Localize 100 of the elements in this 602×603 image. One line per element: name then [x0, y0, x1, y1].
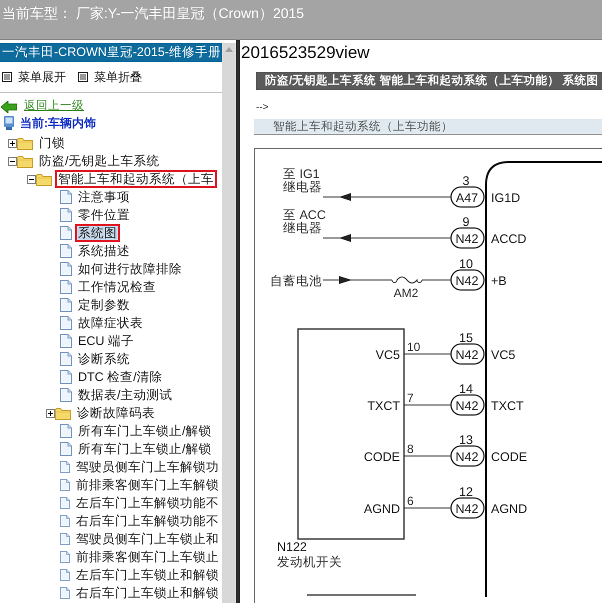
signal-label: TXCT	[491, 399, 524, 413]
component-name: 发动机开关	[277, 555, 342, 569]
collapse-icon[interactable]	[8, 156, 17, 166]
fuse-symbol	[392, 276, 422, 284]
scrollbar[interactable]	[222, 43, 236, 603]
page-icon	[60, 514, 70, 528]
wire-arrow	[322, 276, 392, 284]
vehicle-model-text: 当前车型： 厂家:Y-一汽丰田皇冠（Crown）2015	[2, 5, 304, 21]
tree-item[interactable]: 防盗/无钥匙上车系统	[36, 152, 162, 170]
wire	[404, 404, 452, 406]
page-icon	[60, 496, 70, 510]
page-icon	[60, 550, 70, 564]
page-icon	[60, 388, 72, 402]
folder-icon	[17, 136, 33, 150]
tree-item[interactable]: ECU 端子	[75, 332, 137, 350]
pin-number: 12	[459, 485, 473, 499]
tree-item[interactable]: 系统描述	[75, 242, 133, 260]
tree-item[interactable]: 门锁	[36, 134, 68, 152]
list-icon	[2, 72, 12, 82]
source-label: 至 IG1	[283, 167, 320, 181]
signal-label: ACCD	[491, 232, 526, 246]
tree-item[interactable]: 左后车门上车解锁功能不	[73, 494, 222, 512]
expand-icon[interactable]	[8, 138, 17, 148]
source-label: 自蓄电池	[270, 274, 322, 288]
collapse-icon[interactable]	[27, 174, 36, 184]
tree-item[interactable]: 驾驶员侧车门上车解锁功	[73, 458, 222, 476]
page-icon	[60, 190, 72, 204]
tree-item[interactable]: 定制参数	[75, 296, 133, 314]
switch-pin-label: AGND	[364, 502, 400, 516]
page-icon	[60, 586, 70, 600]
pin-number: 10	[407, 340, 420, 354]
pin-number: 8	[407, 442, 414, 456]
pin-number: 14	[459, 382, 473, 396]
menu-button[interactable]: 菜单折叠	[78, 68, 142, 86]
back-arrow-icon[interactable]	[1, 101, 17, 113]
page-icon	[60, 568, 70, 582]
connector-outline	[450, 445, 485, 467]
connector-label: N42	[456, 348, 478, 362]
page-title: 2016523529view	[240, 42, 371, 64]
connector-label: N42	[456, 274, 478, 288]
computer-icon	[3, 116, 15, 130]
connector-outline	[450, 497, 485, 519]
connector-label: N42	[456, 450, 478, 464]
page-icon	[60, 208, 72, 222]
expand-icon[interactable]	[46, 408, 55, 418]
tree-item[interactable]: 驾驶员侧车门上车锁止和	[73, 530, 222, 548]
pin-number: 15	[459, 331, 473, 345]
tree-item[interactable]: 工作情况检查	[75, 278, 159, 296]
page-icon	[60, 244, 72, 258]
connector-outline	[450, 343, 485, 365]
page-icon	[60, 280, 72, 294]
tree-item[interactable]: 故障症状表	[75, 314, 146, 332]
component-code: N122	[277, 540, 307, 554]
tree-item[interactable]: 注意事项	[75, 188, 133, 206]
page-icon	[60, 226, 72, 240]
tree-item[interactable]: 左后车门上车锁止和解锁	[73, 566, 222, 584]
switch-pin-label: VC5	[376, 348, 400, 362]
tree-item[interactable]: 前排乘客侧车门上车解锁	[73, 476, 222, 494]
page-icon	[60, 370, 72, 384]
pin-number: 7	[407, 391, 414, 405]
tree-item[interactable]: 前排乘客侧车门上车锁止	[73, 548, 222, 566]
tree-item[interactable]: 所有车门上车锁止/解锁	[75, 422, 214, 440]
tree-item[interactable]: 如何进行故障排除	[75, 260, 185, 278]
page-icon	[60, 532, 70, 546]
signal-label: IG1D	[491, 191, 520, 205]
tree-item[interactable]: 零件位置	[75, 206, 133, 224]
tree-item[interactable]: 智能上车和起动系统（上车	[55, 170, 217, 188]
signal-label: AGND	[491, 502, 528, 516]
tree-item[interactable]: 数据表/主动测试	[75, 386, 176, 404]
manual-title: 一汽丰田-CROWN皇冠-2015-维修手册	[0, 43, 222, 62]
menu-button[interactable]: 菜单展开	[2, 68, 66, 86]
switch-pin-label: CODE	[364, 450, 400, 464]
tree-item[interactable]: 系统图	[75, 224, 120, 242]
connector-outline	[450, 394, 485, 416]
tree-item[interactable]: 诊断系统	[75, 350, 133, 368]
signal-label: VC5	[491, 348, 516, 362]
pin-number: 13	[459, 433, 473, 447]
connector-label: N42	[456, 232, 478, 246]
signal-label: +B	[491, 274, 507, 288]
source-label: 继电器	[283, 221, 322, 235]
section-header: 智能上车和起动系统（上车功能）	[254, 119, 602, 135]
page-icon	[60, 424, 72, 438]
folder-icon	[36, 172, 52, 186]
back-link[interactable]: 返回上一级	[24, 98, 84, 116]
page-icon	[60, 460, 70, 474]
connector-label: N42	[456, 399, 478, 413]
connector-outline	[450, 227, 485, 249]
tree-item[interactable]: DTC 检查/清除	[75, 368, 166, 386]
switch-pin-label: TXCT	[367, 399, 400, 413]
connector-outline	[450, 186, 485, 208]
tree-item[interactable]: 右后车门上车锁止和解锁	[73, 584, 222, 602]
connector-outline	[450, 269, 485, 291]
tree-item[interactable]: 诊断故障码表	[74, 404, 158, 422]
signal-label: CODE	[491, 450, 528, 464]
tree-item[interactable]: 右后车门上车解锁功能不	[73, 512, 222, 530]
current-location: 当前:车辆内饰	[20, 115, 96, 132]
tree-item[interactable]: 所有车门上车锁止/解锁	[75, 440, 214, 458]
page-icon	[60, 442, 72, 456]
breadcrumb-bar: 防盗/无钥匙上车系统 智能上车和起动系统（上车功能） 系统图	[256, 72, 602, 90]
page-icon	[60, 334, 72, 348]
